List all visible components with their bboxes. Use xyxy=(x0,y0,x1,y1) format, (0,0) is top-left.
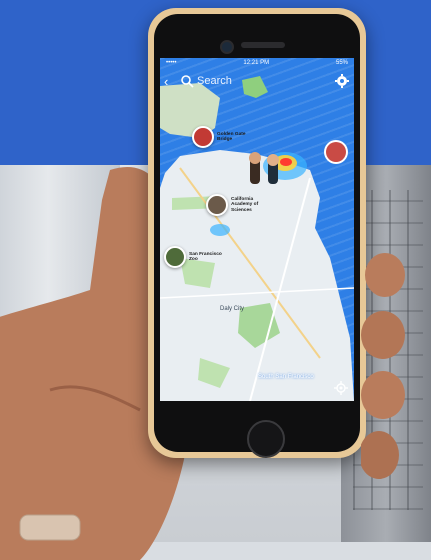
place-thumbnail xyxy=(206,194,228,216)
back-chevron-icon[interactable]: ‹ xyxy=(164,74,178,89)
status-time: 12:21 PM xyxy=(243,60,270,66)
search-label[interactable]: Search xyxy=(197,75,232,87)
place-thumbnail xyxy=(192,126,214,148)
phone-screen: ••••• 12:21 PM 55% ‹ Search Golden Gate … xyxy=(160,58,354,401)
locate-me-icon[interactable] xyxy=(334,381,348,395)
map-land xyxy=(160,76,354,401)
place-golden-gate-bridge[interactable]: Golden Gate Bridge xyxy=(192,126,251,148)
status-bar: ••••• 12:21 PM 55% xyxy=(160,58,354,68)
search-bar[interactable]: ‹ Search xyxy=(164,70,350,92)
place-label: Golden Gate Bridge xyxy=(217,131,246,142)
place-label: California Academy of Sciences xyxy=(231,196,259,213)
fingers-right xyxy=(361,253,405,479)
battery-level: 55% xyxy=(335,60,348,66)
front-camera xyxy=(220,40,234,54)
speaker-grille xyxy=(241,42,285,48)
map-label-daly-city: Daly City xyxy=(220,306,245,312)
place-label: San Francisco Zoo xyxy=(189,251,222,262)
place-sf-zoo[interactable]: San Francisco Zoo xyxy=(164,246,223,268)
map-label-south-sf: South San Francisco xyxy=(258,374,314,380)
carrier-signal: ••••• xyxy=(166,60,177,66)
place-thumbnail xyxy=(164,246,186,268)
gear-icon[interactable] xyxy=(334,73,350,89)
search-icon xyxy=(181,75,194,88)
place-california-academy[interactable]: California Academy of Sciences xyxy=(206,194,265,216)
home-button[interactable] xyxy=(247,420,285,458)
